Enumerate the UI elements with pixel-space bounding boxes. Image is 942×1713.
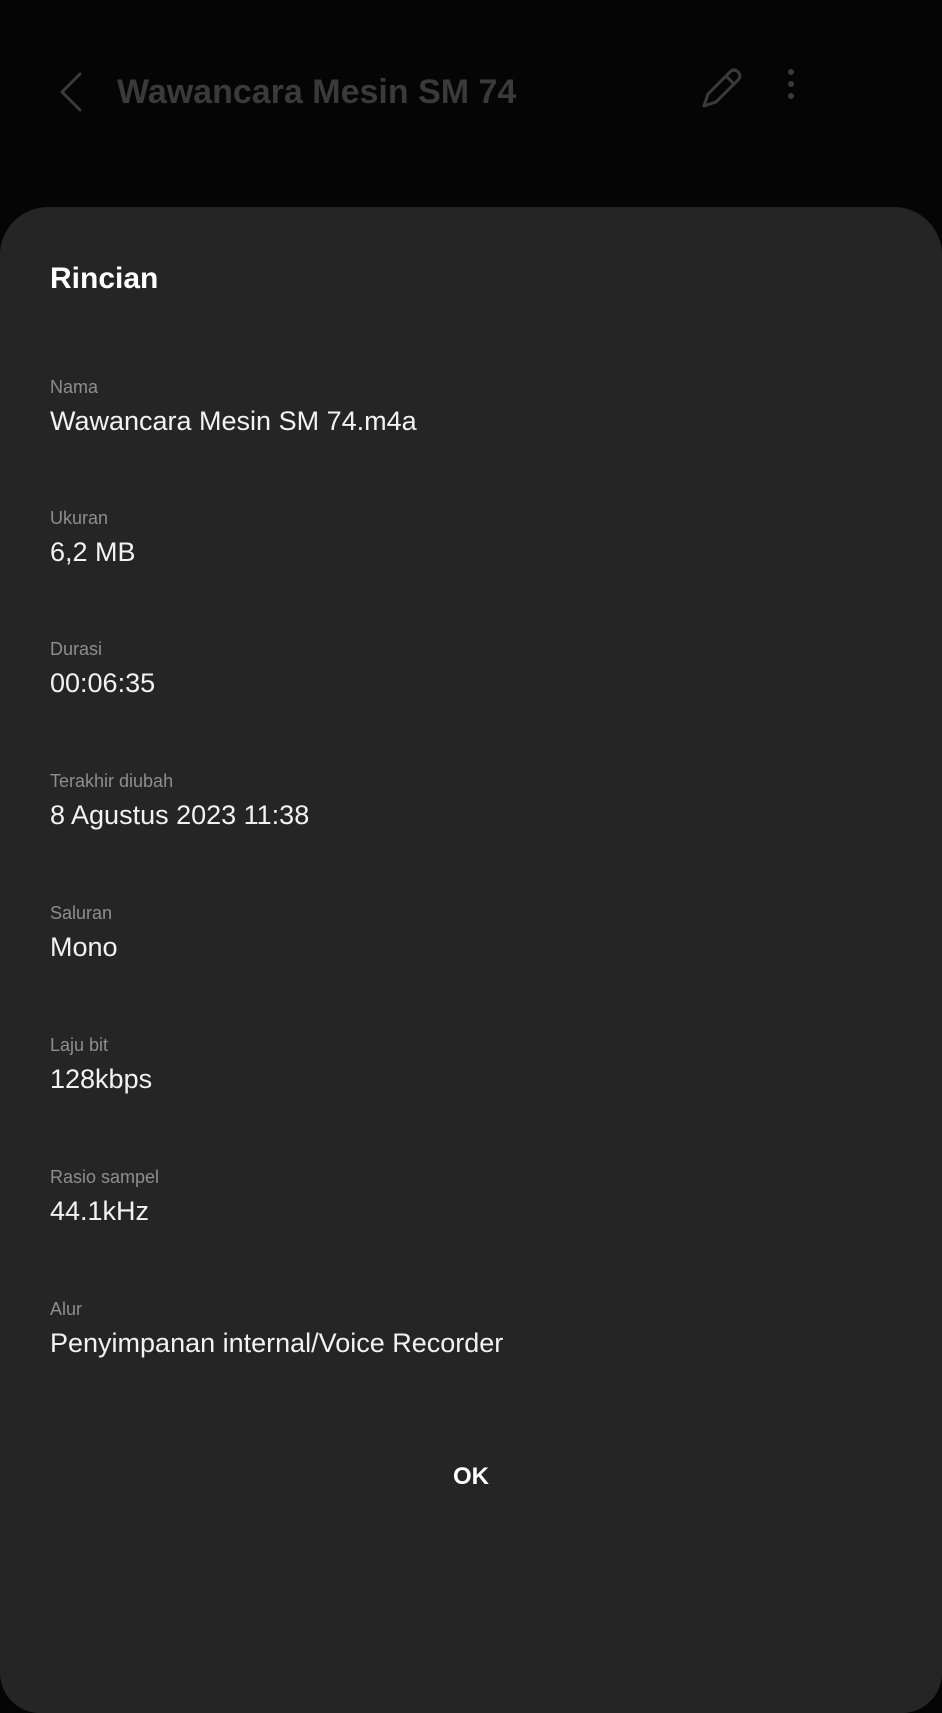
field-label: Ukuran: [50, 508, 109, 528]
field-label: Laju bit: [50, 1035, 109, 1055]
pencil-icon[interactable]: [696, 62, 748, 114]
chevron-left-icon[interactable]: [50, 62, 90, 122]
field-label: Alur: [50, 1299, 83, 1319]
field-sample-rate: Rasio sampel 44.1kHz: [50, 1165, 900, 1229]
field-value: Wawancara Mesin SM 74.m4a: [50, 406, 417, 436]
screen: Wawancara Mesin SM 74 Rincian Nama Wawan…: [0, 0, 942, 1713]
field-bitrate: Laju bit 128kbps: [50, 1033, 900, 1097]
field-duration: Durasi 00:06:35: [50, 637, 900, 701]
field-label: Terakhir diubah: [50, 771, 174, 791]
field-label: Saluran: [50, 903, 113, 923]
field-channel: Saluran Mono: [50, 901, 900, 965]
field-value: 6,2 MB: [50, 537, 136, 567]
field-value: Penyimpanan internal/Voice Recorder: [50, 1328, 504, 1358]
field-value: Mono: [50, 932, 118, 962]
field-path: Alur Penyimpanan internal/Voice Recorder: [50, 1297, 900, 1361]
field-label: Nama: [50, 377, 99, 397]
field-value: 00:06:35: [50, 668, 156, 698]
field-value: 8 Agustus 2023 11:38: [50, 800, 310, 830]
field-last-modified: Terakhir diubah 8 Agustus 2023 11:38: [50, 769, 900, 833]
field-name: Nama Wawancara Mesin SM 74.m4a: [50, 375, 900, 439]
details-dialog: Rincian Nama Wawancara Mesin SM 74.m4a U…: [0, 207, 942, 1713]
field-value: 128kbps: [50, 1064, 153, 1094]
recording-title: Wawancara Mesin SM 74: [117, 73, 517, 111]
field-label: Durasi: [50, 639, 103, 659]
field-value: 44.1kHz: [50, 1196, 150, 1226]
ok-button[interactable]: OK: [371, 1437, 571, 1517]
dialog-title: Rincian: [50, 262, 159, 295]
app-bar: Wawancara Mesin SM 74: [0, 0, 942, 200]
more-vertical-icon[interactable]: [776, 62, 806, 114]
field-label: Rasio sampel: [50, 1167, 160, 1187]
field-size: Ukuran 6,2 MB: [50, 506, 900, 570]
